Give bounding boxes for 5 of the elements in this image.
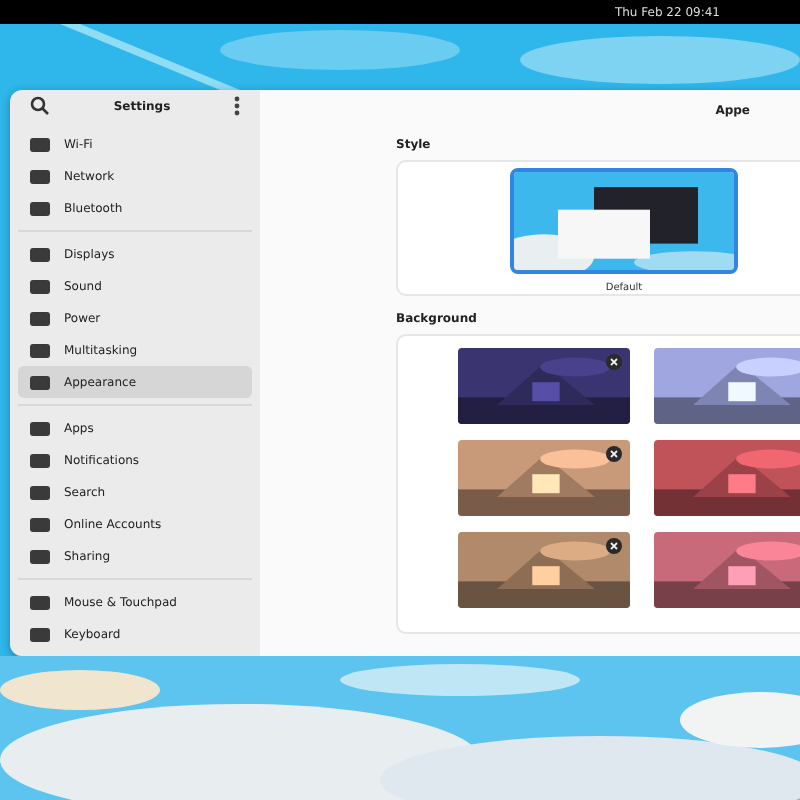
close-icon[interactable] [606,538,622,554]
menu-icon[interactable] [233,96,240,116]
search-icon[interactable] [30,96,50,116]
close-icon[interactable] [606,354,622,370]
close-icon[interactable] [606,446,622,462]
